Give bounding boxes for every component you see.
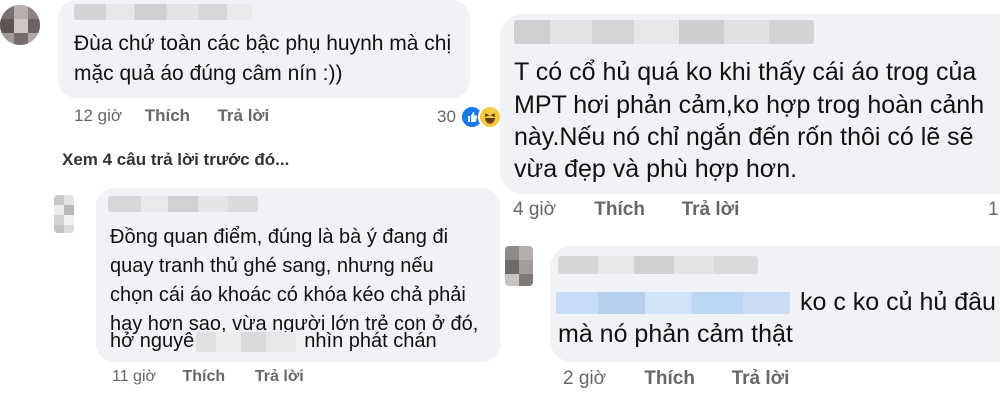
reaction-count[interactable]: 1 <box>988 199 999 221</box>
comment-actions: 12 giờ Thích Trả lời <box>74 106 269 126</box>
reply-button[interactable]: Trả lời <box>682 199 740 221</box>
reply-text-line: Đồng quan điểm, đúng là bà ý đang đi <box>110 226 449 248</box>
like-button[interactable]: Thích <box>594 199 676 221</box>
reply-actions: 11 giờ Thích Trả lời <box>112 368 304 386</box>
comment-text-line: mặc quả áo đúng câm nín :)) <box>74 62 343 85</box>
reply-text-fragment: hở nguyê <box>110 330 195 352</box>
comment-text-line: vừa đẹp và phù hợp hơn. <box>514 155 798 183</box>
comment-time[interactable]: 12 giờ <box>74 106 140 126</box>
reply-text-line: mà nó phản cảm thật <box>558 320 793 348</box>
reply-text-line: ko c ko củ hủ đâu <box>556 286 996 318</box>
reaction-count: 30 <box>437 107 456 126</box>
haha-icon <box>477 105 502 129</box>
reply-button[interactable]: Trả lời <box>732 368 790 390</box>
reply-button[interactable]: Trả lời <box>255 368 304 386</box>
reply-text-fragment: ko c ko củ hủ đâu <box>800 288 996 316</box>
reply-text-line: hở nguyê nhìn phát chán <box>110 328 437 354</box>
comment-text-line: T có cổ hủ quá ko khi thấy cái áo trog c… <box>514 58 977 86</box>
reply-text-line: quay tranh thủ ghé sang, nhưng nếu <box>110 255 434 277</box>
redacted-mention-tag[interactable] <box>556 292 790 315</box>
comment-text-line: Đùa chứ toàn các bậc phụ huynh mà chị <box>74 32 452 55</box>
avatar[interactable] <box>505 246 533 286</box>
reply-actions: 2 giờ Thích Trả lời <box>563 368 789 390</box>
redacted-author-name[interactable] <box>514 20 814 44</box>
reply-button[interactable]: Trả lời <box>217 106 269 126</box>
like-button[interactable]: Thích <box>644 368 726 390</box>
comment-text-line: này.Nếu nó chỉ ngắn đến rốn thôi có lẽ s… <box>514 123 974 151</box>
comment-text-line: MPT hơi phản cảm,ko hợp trog hoàn cảnh <box>514 91 985 119</box>
reply-bubble: ko c ko củ hủ đâu mà nó phản cảm thật <box>550 246 1000 362</box>
reply-text-fragment: nhìn phát chán <box>304 330 437 352</box>
redacted-mention[interactable] <box>196 331 297 352</box>
avatar[interactable] <box>0 5 40 45</box>
comment-time[interactable]: 4 giờ <box>513 199 589 221</box>
comment-bubble: T có cổ hủ quá ko khi thấy cái áo trog c… <box>500 14 1000 194</box>
see-previous-replies-link[interactable]: Xem 4 câu trả lời trước đó... <box>62 150 289 170</box>
reply-text-line: chọn cái áo khoác có khóa kéo chả phải <box>110 284 466 306</box>
reaction-summary[interactable]: 30 <box>437 105 502 129</box>
avatar[interactable] <box>54 195 74 233</box>
reply-time[interactable]: 2 giờ <box>563 368 639 390</box>
like-button[interactable]: Thích <box>145 106 213 126</box>
reply-time[interactable]: 11 giờ <box>112 368 178 386</box>
redacted-author-name[interactable] <box>108 196 258 212</box>
comment-actions: 4 giờ Thích Trả lời <box>513 199 739 221</box>
comment-bubble: Đùa chứ toàn các bậc phụ huynh mà chị mặ… <box>58 0 470 98</box>
redacted-author-name[interactable] <box>558 256 758 274</box>
redacted-author-name[interactable] <box>74 4 252 20</box>
like-button[interactable]: Thích <box>182 368 250 386</box>
